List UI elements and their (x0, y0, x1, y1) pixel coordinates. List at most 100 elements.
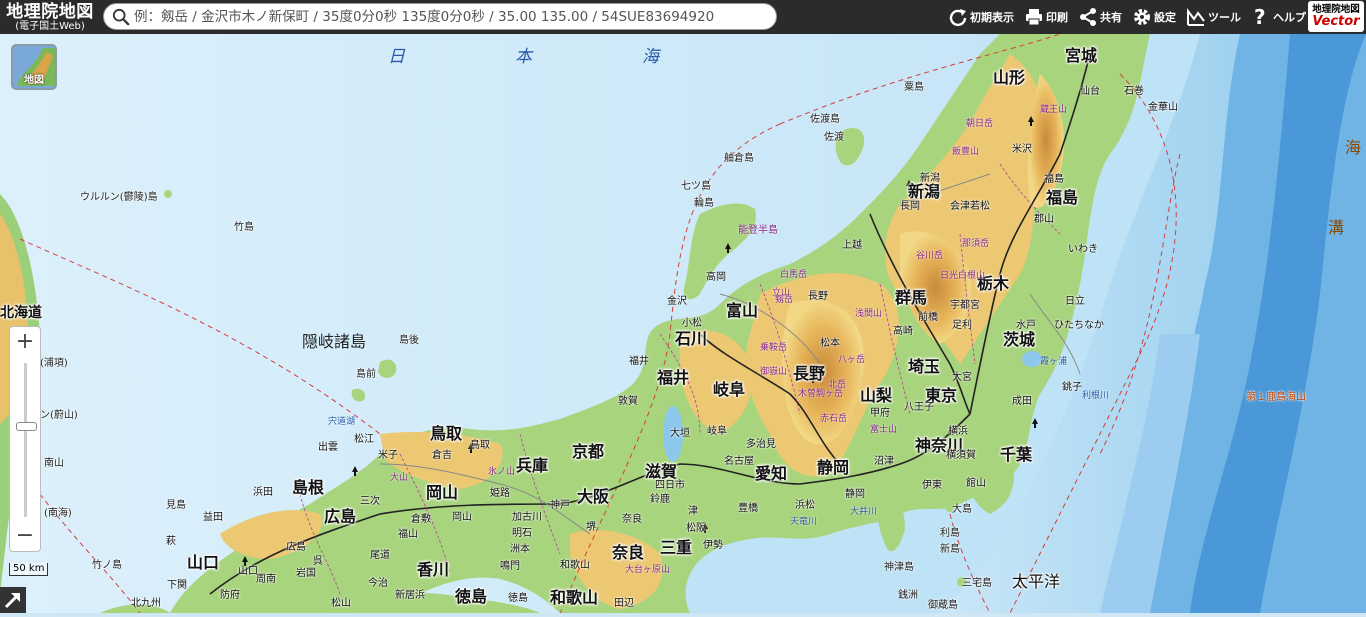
city-joetsu: 上越 (842, 240, 862, 251)
city-narita: 成田 (1012, 396, 1032, 407)
city-tateyama: 館山 (966, 478, 986, 489)
pref-miyagi: 宮城 (1065, 46, 1098, 65)
mtn-asahi: 朝日岳 (966, 119, 994, 129)
label-miyakejima: 三宅島 (962, 578, 992, 589)
mtn-nasu: 那須岳 (962, 239, 990, 249)
pref-saitama: 埼玉 (908, 357, 941, 376)
help-label: ヘルプ (1273, 11, 1306, 24)
city-kurashiki: 倉敷 (411, 514, 431, 525)
pref-hyogo: 兵庫 (516, 456, 549, 475)
city-hamada: 浜田 (253, 487, 273, 498)
scale-bar: 50 km (9, 563, 49, 576)
city-omiya: 大宮 (952, 372, 972, 383)
mtn-asama: 浅間山 (855, 309, 883, 319)
settings-label: 設定 (1154, 11, 1176, 24)
zoom-slider-track[interactable] (24, 363, 27, 517)
share-button[interactable]: 共有 (1078, 7, 1122, 27)
mtn-hakuba: 白馬岳 (780, 270, 808, 280)
city-kobe: 神戸 (550, 500, 570, 511)
label-dozen: 島前 (356, 369, 376, 380)
zoom-out-button[interactable]: − (10, 521, 40, 551)
river-tone: 利根川 (1082, 391, 1110, 401)
layer-toggle-button[interactable]: 地図 (11, 44, 57, 90)
mtn-ontake: 御嶽山 (760, 367, 788, 377)
label-namhae: (南海) (44, 508, 72, 519)
pref-fukui: 福井 (657, 368, 690, 387)
city-iwaki: いわき (1068, 244, 1098, 255)
pref-tottori: 鳥取 (430, 424, 463, 443)
reset-view-button[interactable]: 初期表示 (948, 7, 1014, 27)
share-icon (1080, 8, 1096, 26)
search-bar[interactable] (103, 3, 777, 30)
vector-badge[interactable]: 地理院地図 Vector (1308, 1, 1364, 32)
mtn-akaishi: 赤石岳 (820, 414, 848, 424)
sea-label-hon: 本 (515, 47, 532, 67)
city-aizuwakamatsu: 会津若松 (950, 201, 990, 212)
pref-yamagata: 山形 (993, 68, 1026, 87)
pref-aichi: 愛知 (755, 464, 788, 483)
pref-yamanashi: 山梨 (860, 386, 893, 405)
mtn-daisen: 大山 (390, 473, 409, 483)
city-sendai: 仙台 (1080, 86, 1100, 97)
print-button[interactable]: 印刷 (1024, 7, 1068, 27)
city-kinkasan: 金華山 (1148, 102, 1178, 113)
app-header: 地理院地図 (電子国土Web) 初期表示 印刷 (0, 0, 1366, 34)
city-yonago: 米子 (378, 450, 398, 461)
label-zenisu: 銭洲 (898, 590, 918, 601)
city-komatsu: 小松 (682, 318, 702, 329)
lake-kasumigaura: 霞ヶ浦 (1040, 357, 1068, 367)
pref-tokushima: 徳島 (455, 587, 488, 606)
city-takaoka: 高岡 (706, 272, 726, 283)
pref-hokkaido-partial: 北海道 (0, 305, 42, 321)
city-yokosuka: 横須賀 (946, 450, 976, 461)
label-namsan: 南山 (44, 458, 64, 469)
mtn-kitadake: 北岳 (828, 380, 847, 390)
label-dogo: 島後 (399, 335, 419, 346)
pref-wakayama: 和歌山 (550, 588, 599, 607)
expand-panel-button[interactable] (0, 587, 26, 613)
label-kashima-seamount: 第１鹿島海山 (1246, 392, 1306, 403)
city-kofu: 甲府 (870, 408, 890, 419)
settings-button[interactable]: 設定 (1132, 7, 1176, 27)
mtn-zao: 蔵王山 (1040, 105, 1068, 115)
city-ise: 伊勢 (703, 540, 723, 551)
app-logo[interactable]: 地理院地図 (電子国土Web) (0, 0, 100, 34)
tools-button[interactable]: ツール (1186, 7, 1241, 27)
city-kakogawa: 加古川 (512, 512, 542, 523)
search-input[interactable] (134, 8, 774, 25)
city-kurayoshi: 倉吉 (432, 450, 452, 461)
tools-icon (1187, 8, 1205, 26)
pref-gunma: 群馬 (895, 288, 928, 307)
arrow-expand-icon (4, 592, 21, 609)
zoom-slider-handle[interactable] (16, 421, 37, 431)
city-hamamatsu: 浜松 (795, 500, 815, 511)
label-toshima: 利島 (940, 528, 960, 539)
city-matsuyama: 松山 (331, 598, 351, 609)
city-suzuka: 鈴鹿 (650, 494, 670, 505)
tools-label: ツール (1208, 11, 1241, 24)
pref-gifu: 岐阜 (713, 380, 746, 399)
printer-icon (1026, 9, 1042, 26)
zoom-in-button[interactable]: + (10, 327, 40, 357)
city-utsunomiya: 宇都宮 (950, 300, 980, 311)
pref-nara: 奈良 (612, 543, 645, 562)
toolbar: 初期表示 印刷 共有 設定 ツール ? ヘルプ (938, 0, 1306, 34)
map-canvas[interactable]: 日 本 海 海 溝 宮城 山形 新潟 福島 栃木 群馬 茨城 富山 石川 長野 … (0, 34, 1366, 613)
city-koriyama: 郡山 (1034, 214, 1054, 225)
label-niijima: 新島 (940, 544, 960, 555)
city-tottori: 鳥取 (470, 440, 490, 451)
mtn-odaigahara: 大台ヶ原山 (625, 565, 671, 575)
label-wajima: 輪島 (694, 198, 714, 209)
city-tsuruga: 敦賀 (618, 396, 638, 407)
label-oki-islands: 隠岐諸島 (302, 332, 367, 351)
label-kozushima: 神津島 (884, 562, 914, 573)
search-icon[interactable] (112, 8, 130, 26)
gear-icon (1134, 9, 1150, 25)
city-nara: 奈良 (622, 514, 642, 525)
pref-yamaguchi: 山口 (187, 553, 220, 572)
city-himeji: 姫路 (490, 488, 510, 499)
mtn-tateyama: 立山 (772, 288, 791, 298)
mtn-nikkoshirane: 日光白根山 (940, 271, 986, 281)
city-hofu: 防府 (220, 590, 240, 601)
help-button[interactable]: ? ヘルプ (1251, 7, 1306, 27)
